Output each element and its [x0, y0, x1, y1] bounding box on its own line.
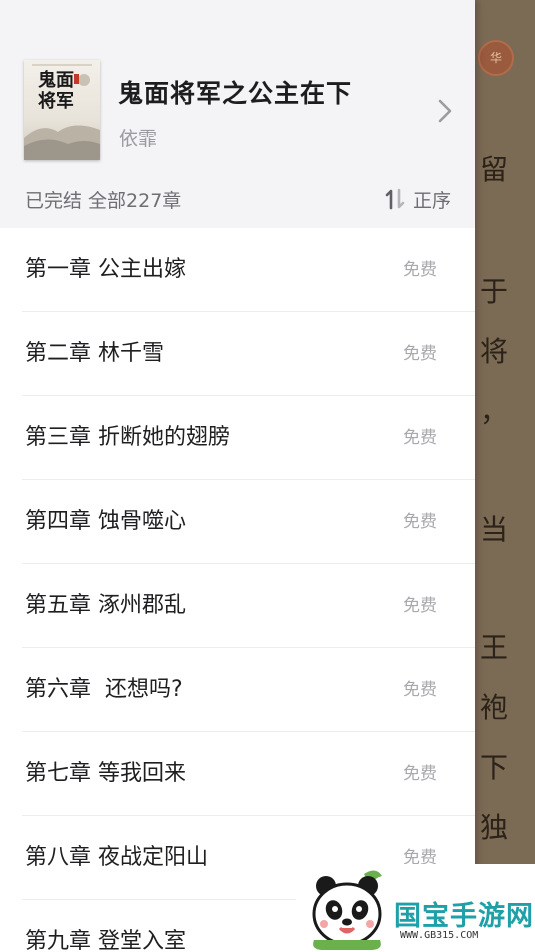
cover-title: 鬼面将军 [38, 70, 74, 112]
free-tag: 免费 [403, 344, 437, 364]
chapter-item-1[interactable]: 第一章 公主出嫁 免费 [0, 228, 475, 312]
reader-text-char: 独 [479, 811, 508, 844]
sort-order-toggle[interactable]: 正序 [385, 184, 451, 214]
free-tag: 免费 [403, 596, 437, 616]
book-title: 鬼面将军之公主在下 [118, 79, 353, 108]
book-status-text: 已完结 全部227章 [25, 190, 182, 212]
free-tag: 免费 [403, 512, 437, 532]
chapter-title: 第三章 折断她的翅膀 [25, 425, 230, 450]
chapter-title: 第四章 蚀骨噬心 [25, 509, 186, 534]
chapter-title: 第一章 公主出嫁 [25, 257, 186, 282]
chapter-title: 第九章 登堂入室 [25, 929, 186, 952]
free-tag: 免费 [403, 428, 437, 448]
chapter-drawer: 鬼面将军 鬼面将军之公主在下 依霏 已完结 全部227章 正序 第一章 公主出嫁… [0, 0, 475, 952]
sort-order-label: 正序 [413, 189, 452, 212]
chapter-list: 第一章 公主出嫁 免费 第二章 林千雪 免费 第三章 折断她的翅膀 免费 第四章… [0, 228, 475, 952]
reader-text-char: 当 [479, 513, 508, 546]
watermark-brand: 国宝手游网 [394, 901, 534, 932]
panda-logo-icon [312, 870, 382, 950]
book-info-header[interactable]: 鬼面将军 鬼面将军之公主在下 依霏 已完结 全部227章 正序 [0, 0, 475, 228]
reader-text-char: 留 [479, 153, 508, 186]
book-cover-image: 鬼面将军 [24, 60, 100, 160]
chapter-title: 第六章 还想吗? [25, 677, 183, 702]
chapter-title: 第五章 涿州郡乱 [25, 593, 186, 618]
reader-text-char: 将 [479, 335, 508, 368]
site-watermark: 国宝手游网 WWW.GB315.COM [296, 864, 535, 952]
reader-seal-icon: 华 [478, 40, 514, 76]
chapter-title: 第二章 林千雪 [25, 341, 164, 366]
reader-text-char: 袍 [479, 691, 508, 724]
free-tag: 免费 [403, 260, 437, 280]
reader-text-char: ， [479, 395, 508, 428]
chapter-item-3[interactable]: 第三章 折断她的翅膀 免费 [0, 396, 475, 480]
sort-icon [385, 188, 405, 210]
watermark-url: WWW.GB315.COM [400, 930, 479, 941]
chapter-item-4[interactable]: 第四章 蚀骨噬心 免费 [0, 480, 475, 564]
book-author: 依霏 [119, 128, 158, 150]
chapter-title: 第八章 夜战定阳山 [25, 845, 208, 870]
chapter-title: 第七章 等我回来 [25, 761, 186, 786]
chapter-item-7[interactable]: 第七章 等我回来 免费 [0, 732, 475, 816]
chevron-right-icon[interactable] [434, 98, 456, 124]
chapter-item-6[interactable]: 第六章 还想吗? 免费 [0, 648, 475, 732]
chapter-item-2[interactable]: 第二章 林千雪 免费 [0, 312, 475, 396]
free-tag: 免费 [403, 680, 437, 700]
chapter-item-5[interactable]: 第五章 涿州郡乱 免费 [0, 564, 475, 648]
reader-text-char: 下 [479, 751, 508, 784]
free-tag: 免费 [403, 764, 437, 784]
reader-text-char: 王 [479, 631, 508, 664]
reader-text-char: 于 [479, 275, 508, 308]
